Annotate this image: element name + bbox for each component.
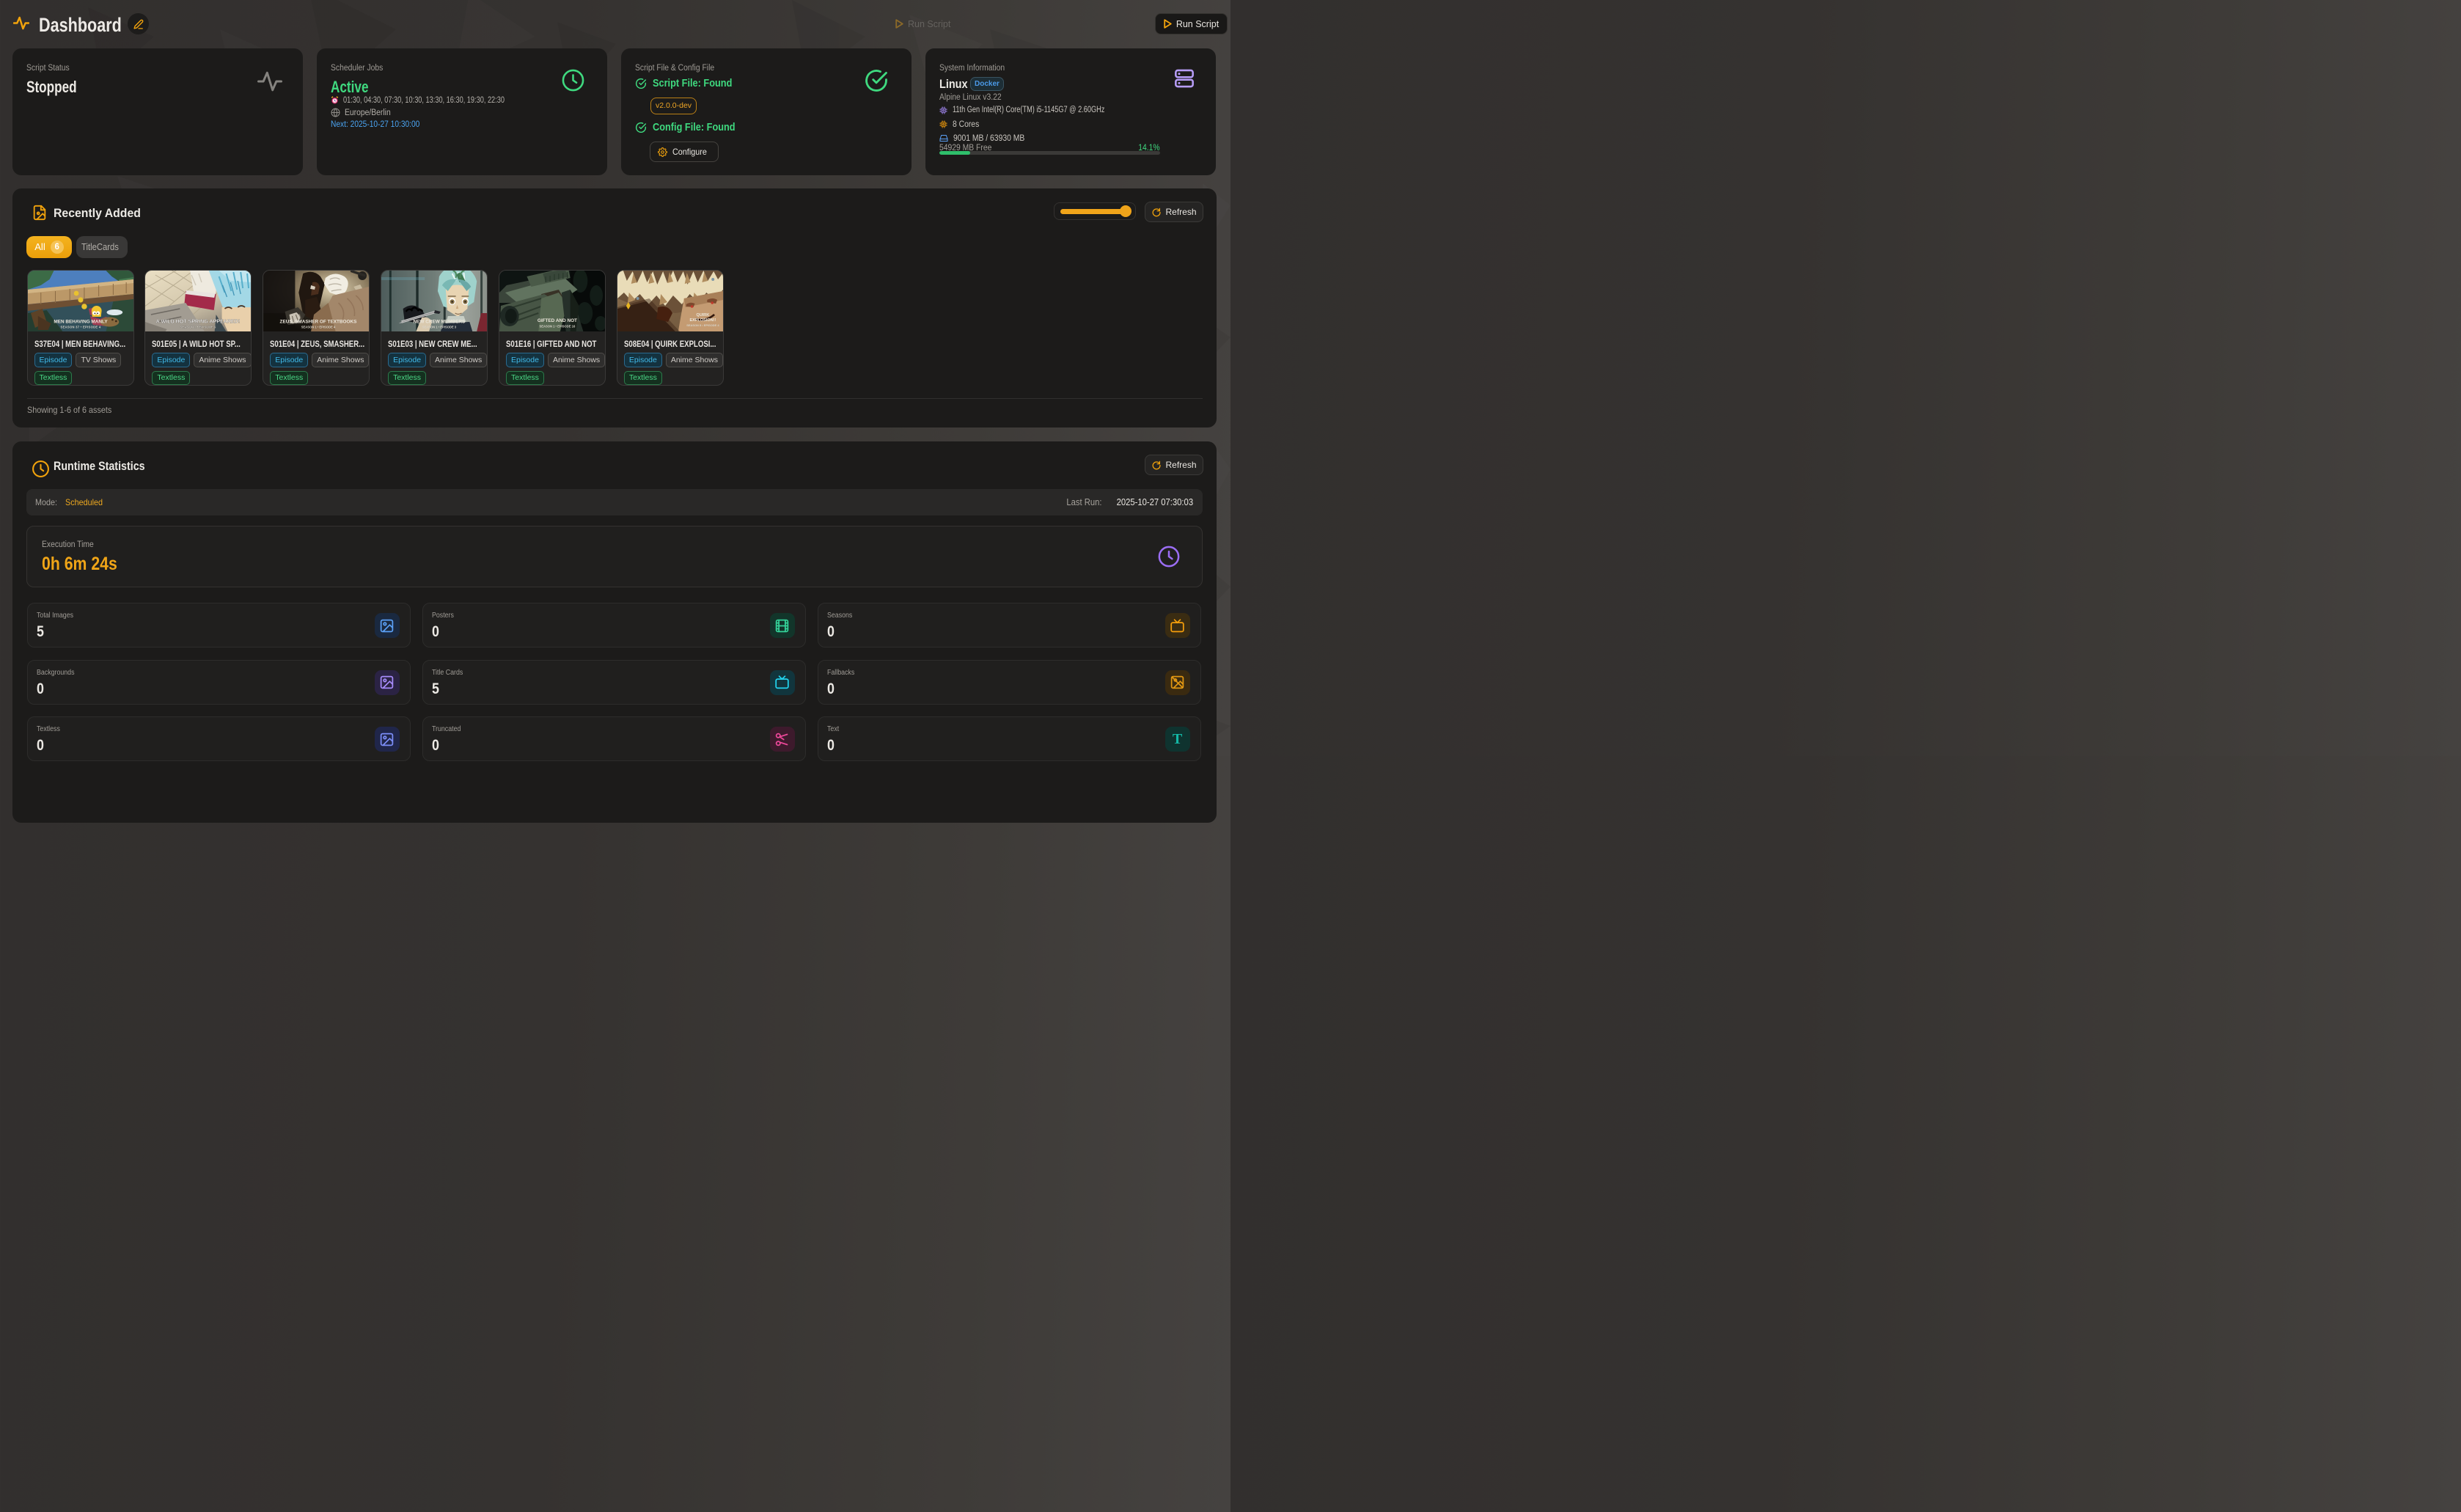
svg-text:ZEUS, SMASHER OF TEXTBOOKS: ZEUS, SMASHER OF TEXTBOOKS bbox=[280, 319, 357, 324]
svg-text:NEW CREW MEMBERS: NEW CREW MEMBERS bbox=[414, 319, 466, 324]
svg-text:QUIRK: QUIRK bbox=[696, 313, 709, 318]
svg-text:MEN BEHAVING MANLY: MEN BEHAVING MANLY bbox=[54, 319, 108, 324]
svg-text:SEASON 1 • EPISODE 5: SEASON 1 • EPISODE 5 bbox=[180, 325, 216, 329]
svg-text:SEASON 1 • EPISODE 3: SEASON 1 • EPISODE 3 bbox=[422, 325, 457, 329]
svg-text:EXPLOSION!!: EXPLOSION!! bbox=[689, 318, 716, 323]
svg-text:GIFTED AND NOT: GIFTED AND NOT bbox=[538, 318, 577, 323]
svg-text:SEASON 8 • EPISODE 4: SEASON 8 • EPISODE 4 bbox=[686, 323, 719, 327]
svg-text:SEASON 1 • EPISODE 16: SEASON 1 • EPISODE 16 bbox=[540, 324, 576, 328]
svg-text:A WILD HOT SPRING APPEARED!: A WILD HOT SPRING APPEARED! bbox=[156, 318, 241, 324]
svg-text:SEASON 37 • EPISODE 4: SEASON 37 • EPISODE 4 bbox=[60, 325, 100, 329]
svg-text:SEASON 1 • EPISODE 4: SEASON 1 • EPISODE 4 bbox=[301, 325, 336, 329]
